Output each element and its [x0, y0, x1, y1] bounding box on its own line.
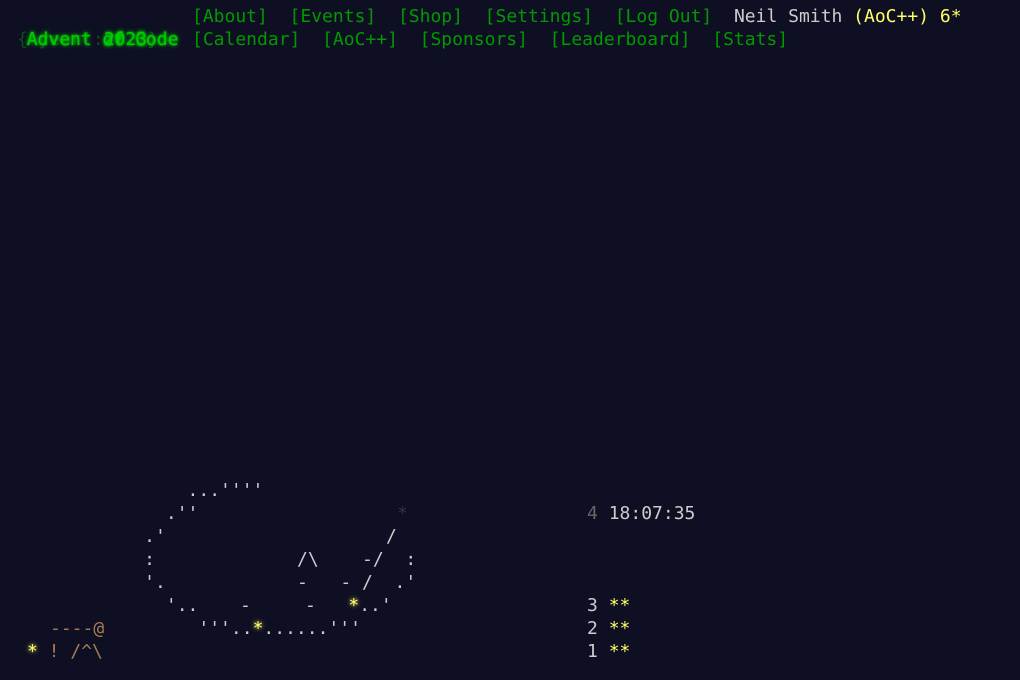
faint-star-icon: *: [397, 503, 408, 524]
nav-events[interactable]: [Events]: [290, 6, 377, 27]
nav-aocpp[interactable]: [AoC++]: [322, 29, 398, 50]
day-4-row[interactable]: 4 18:07:35: [587, 502, 695, 525]
star-icon: *: [27, 641, 38, 662]
art-line-8: * ! /^\: [27, 641, 103, 662]
nav-sponsors[interactable]: [Sponsors]: [420, 29, 528, 50]
art-line-1: ...'''': [90, 480, 264, 501]
day-3-row[interactable]: 3 **: [587, 594, 630, 617]
day-number: 2: [587, 618, 598, 639]
art-line-4: :: [90, 549, 156, 570]
art-dashes: - - / .': [297, 572, 417, 593]
nav-about[interactable]: [About]: [192, 6, 268, 27]
year-suffix: }: [147, 29, 158, 50]
day-stars: **: [608, 641, 631, 662]
day-stars: **: [608, 595, 631, 616]
day-2-row[interactable]: 2 **: [587, 617, 630, 640]
art-line-7: '''..*......''': [90, 618, 361, 639]
star-icon: *: [348, 595, 360, 616]
day-1-row[interactable]: 1 **: [587, 640, 630, 663]
year-number: 2023: [103, 29, 148, 50]
art-peak: /\ -/ :: [297, 549, 417, 570]
year-prefix: {'year':: [17, 29, 104, 50]
day-number: 3: [587, 595, 598, 616]
rope-anchor: ----@: [50, 618, 105, 639]
nav-leaderboard[interactable]: [Leaderboard]: [550, 29, 691, 50]
star-icon: *: [252, 618, 264, 639]
year-label[interactable]: {'year':2023}: [17, 28, 158, 51]
art-line-5: '.: [90, 572, 166, 593]
art-line-3: .': [90, 526, 166, 547]
art-line-6: '..: [90, 595, 199, 616]
nav-settings[interactable]: [Settings]: [485, 6, 593, 27]
nav-shop[interactable]: [Shop]: [398, 6, 463, 27]
user-name: Neil Smith: [733, 6, 843, 27]
art-line-2: .'': [90, 503, 199, 524]
nav-log-out[interactable]: [Log Out]: [615, 6, 713, 27]
aocpp-badge[interactable]: (AoC++): [853, 6, 929, 27]
countdown-timer: 18:07:35: [608, 503, 696, 524]
nav-calendar[interactable]: [Calendar]: [192, 29, 300, 50]
day-number: 4: [587, 503, 598, 524]
day-number: 1: [587, 641, 598, 662]
art-line-7-text: '''..: [90, 618, 253, 639]
art-mid: - - *..': [240, 595, 392, 616]
sub-nav: [Calendar] [AoC++] [Sponsors] [Leaderboa…: [192, 28, 788, 51]
day-stars: **: [608, 618, 631, 639]
nav-stats[interactable]: [Stats]: [712, 29, 788, 50]
star-count: 6*: [939, 6, 962, 27]
art-slash-1: /: [386, 526, 397, 547]
top-nav: [About] [Events] [Shop] [Settings] [Log …: [192, 5, 962, 28]
